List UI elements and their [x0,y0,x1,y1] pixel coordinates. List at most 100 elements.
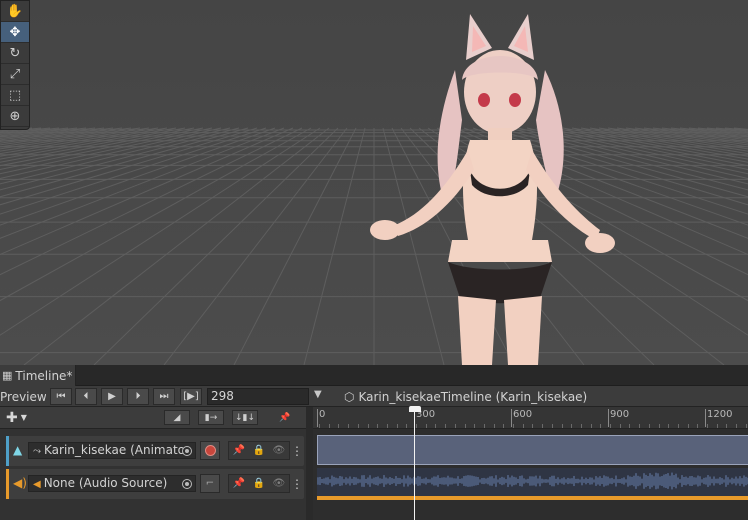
scale-icon: ⤢ [9,66,21,82]
step-back-icon: ⏴ [83,391,89,402]
track-menu-icon[interactable]: ⋮ [291,441,303,460]
animator-icon: ⤳ [33,446,41,457]
ruler-minor-tick [745,424,747,428]
chevron-down-icon[interactable]: ▼ [314,389,322,400]
tab-timeline[interactable]: ▦ Timeline* [0,365,76,386]
lock-icon[interactable]: 🔒 [253,445,265,456]
track-menu-icon[interactable]: ⋮ [291,474,303,493]
next-frame-button[interactable]: ⏵ [127,388,149,405]
animator-binding-field[interactable]: ⤳ Karin_kisekae (Animato [28,442,196,459]
snap-button[interactable]: ▮→ [198,410,224,425]
ruler-tick-label: 0 [319,409,326,420]
snap-icon: ▮→ [204,412,218,423]
timeline-tab-bar: ▦ Timeline* [0,365,748,386]
ruler-minor-tick [590,424,592,428]
ruler-minor-tick [668,424,670,428]
rotate-icon: ↻ [9,45,21,61]
audio-track-icon: ◀) [13,476,27,490]
ruler-minor-tick [396,424,398,428]
film-icon: ▦ [2,369,13,382]
eye-icon[interactable]: 👁 [273,478,286,489]
ruler-minor-tick [348,424,350,428]
track-color-strip [6,436,9,466]
ruler-minor-tick [726,424,728,428]
marker-button[interactable]: 📌 [272,410,298,425]
ruler-minor-tick [532,424,534,428]
step-forward-icon: ⏵ [135,391,141,402]
ruler-minor-tick [319,424,320,428]
transform-tool[interactable]: ⊕ [1,106,29,127]
rect-icon: ⬚ [8,87,22,103]
ruler-minor-tick [522,424,524,428]
playhead-line[interactable] [414,409,415,520]
object-picker-icon[interactable] [182,479,192,489]
animator-track-icon: ▲ [13,443,23,457]
play-icon: ▶ [108,391,116,402]
ruler-minor-tick [483,424,485,428]
hand-tool[interactable]: ✋ [1,1,29,22]
skip-start-icon: ⏮ [56,391,66,402]
animation-clip[interactable] [317,435,748,465]
time-ruler[interactable]: 0 300 600 900 1200 [313,407,748,429]
timeline-asset-breadcrumb[interactable]: ⬡ Karin_kisekaeTimeline (Karin_kisekae) [344,388,587,405]
prev-frame-button[interactable]: ⏴ [75,388,97,405]
preview-button[interactable]: Preview [0,387,46,406]
scene-view[interactable]: ✋ ✥ ↻ ⤢ ⬚ ⊕ [0,0,748,365]
move-tool[interactable]: ✥ [1,22,29,43]
ruler-minor-tick [328,424,330,428]
curves-icon: ⌐ [205,478,215,489]
chevron-down-icon: ▼ [20,413,27,422]
playhead-handle[interactable] [409,406,421,412]
play-range-button[interactable]: [▶] [180,388,202,405]
ruler-minor-tick [454,424,456,428]
ruler-minor-tick [435,424,437,428]
pin-icon: 📌 [279,412,291,423]
clips-area[interactable] [313,429,748,520]
ruler-minor-tick [687,424,689,428]
timeline-window: ▦ Timeline* Preview ⏮ ⏴ ▶ ⏵ ⏭ [▶] 298 ▼ … [0,365,748,520]
curves-button[interactable]: ⌐ [200,474,220,493]
ripple-mode-button[interactable]: ◢ [164,410,190,425]
lock-icon[interactable]: 🔒 [253,478,265,489]
ruler-minor-tick [561,424,563,428]
ruler-minor-tick [677,424,679,428]
hand-icon: ✋ [6,3,24,19]
track-controls: 📌 🔒 👁 [228,474,290,493]
ruler-minor-tick [416,424,417,428]
frame-field[interactable]: 298 [207,388,309,405]
track-header-toolbar: ✚ ▼ ◢ ▮→ ↓▮↓ 📌 [0,407,306,429]
scale-tool[interactable]: ⤢ [1,64,29,85]
track-controls: 📌 🔒 👁 [228,441,290,460]
ruler-minor-tick [580,424,582,428]
ruler-minor-tick [551,424,553,428]
audio-binding-field[interactable]: ◀ None (Audio Source) [28,475,196,492]
pin-icon[interactable]: 📌 [233,478,245,489]
play-button[interactable]: ▶ [101,388,123,405]
play-range-icon: [▶] [183,391,199,402]
skip-end-icon: ⏭ [159,391,169,402]
pin-icon[interactable]: 📌 [233,445,245,456]
scene-grid [0,0,748,365]
binding-label: None (Audio Source) [43,476,168,490]
object-picker-icon[interactable] [182,446,192,456]
audio-track[interactable]: ◀) ◀ None (Audio Source) ⌐ 📌 🔒 👁 ⋮ [6,469,304,499]
eye-icon[interactable]: 👁 [273,445,286,456]
ruler-minor-tick [648,424,650,428]
goto-start-button[interactable]: ⏮ [50,388,72,405]
ruler-minor-tick [707,424,708,428]
transform-icon: ⊕ [9,108,21,124]
edit-mode-icon: ◢ [173,412,181,423]
ruler-minor-tick [619,424,621,428]
goto-end-button[interactable]: ⏭ [153,388,175,405]
ruler-minor-tick [658,424,660,428]
ruler-tick-label: 1200 [707,409,733,420]
ruler-minor-tick [697,424,699,428]
record-button[interactable] [200,441,220,460]
collapse-icon: ↓▮↓ [234,412,256,423]
collapse-button[interactable]: ↓▮↓ [232,410,258,425]
add-track-button[interactable]: ✚ ▼ [6,409,42,426]
rotate-tool[interactable]: ↻ [1,43,29,64]
track-divider[interactable] [306,407,313,520]
animation-track[interactable]: ▲ ⤳ Karin_kisekae (Animato 📌 🔒 👁 ⋮ [6,436,304,466]
rect-tool[interactable]: ⬚ [1,85,29,106]
